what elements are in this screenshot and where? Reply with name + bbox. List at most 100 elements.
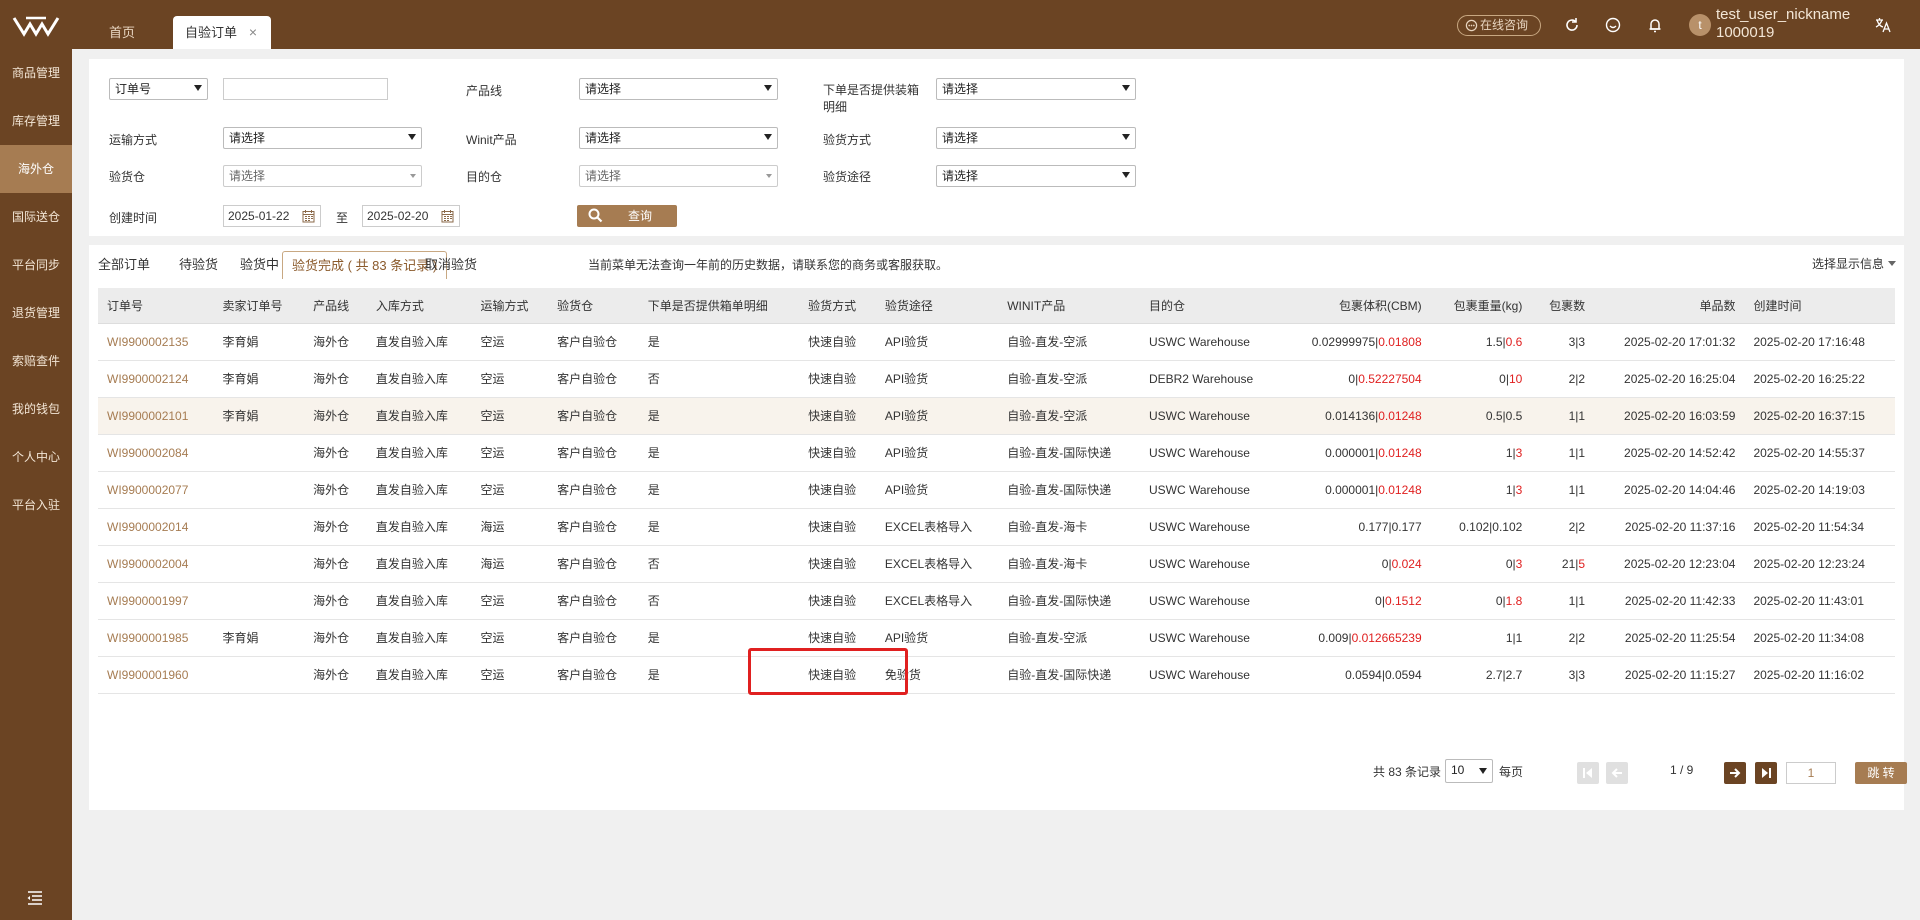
- col-weight[interactable]: 包裹重量(kg): [1430, 288, 1532, 324]
- table-row[interactable]: WI9900002077 海外仓 直发自验入库 空运 客户自验仓是快速自验 API验货 自验…: [98, 471, 1895, 509]
- cell-product-line: 海外仓: [304, 508, 367, 546]
- cell-order-no[interactable]: WI9900002077: [98, 471, 214, 509]
- cell-order-no[interactable]: WI9900002135: [98, 323, 214, 361]
- col-inspect-warehouse[interactable]: 验货仓: [548, 288, 639, 324]
- product-line-select[interactable]: 请选择: [579, 78, 778, 100]
- col-item-count[interactable]: 单品数: [1594, 288, 1745, 324]
- display-columns-select[interactable]: 选择显示信息: [1812, 255, 1896, 272]
- cell-inspect-method: 快速自验: [799, 434, 876, 472]
- order-type-select[interactable]: 订单号: [109, 78, 208, 100]
- cell-inbound-method: 直发自验入库: [366, 471, 472, 509]
- collapse-menu-icon[interactable]: [26, 890, 44, 906]
- table-row[interactable]: WI9900001997 海外仓 直发自验入库 空运 客户自验仓否快速自验 EXCEL表格…: [98, 582, 1895, 620]
- cell-order-no[interactable]: WI9900002084: [98, 434, 214, 472]
- table-row[interactable]: WI9900002101 李育娟 海外仓 直发自验入库 空运 客户自验仓是快速自验 API验…: [98, 397, 1895, 435]
- last-page-button[interactable]: [1755, 762, 1777, 784]
- tab-inspecting[interactable]: 验货中: [231, 251, 288, 279]
- col-winit-product[interactable]: WINIT产品: [998, 288, 1140, 324]
- col-package-count[interactable]: 包裹数: [1531, 288, 1595, 324]
- first-page-button[interactable]: [1577, 762, 1599, 784]
- logo-icon[interactable]: [12, 14, 60, 38]
- col-volume[interactable]: 包裹体积(CBM): [1282, 288, 1431, 324]
- sidebar-item-products[interactable]: 商品管理: [0, 49, 72, 97]
- col-transport[interactable]: 运输方式: [471, 288, 549, 324]
- sidebar-item-wallet[interactable]: 我的钱包: [0, 385, 72, 433]
- inspect-route-select[interactable]: 请选择: [936, 165, 1136, 187]
- cell-order-no[interactable]: WI9900001985: [98, 619, 214, 657]
- consult-label: 在线咨询: [1480, 18, 1529, 32]
- cell-order-no[interactable]: WI9900002014: [98, 508, 214, 546]
- table-row[interactable]: WI9900002004 海外仓 直发自验入库 海运 客户自验仓否快速自验 EXCEL表格…: [98, 545, 1895, 583]
- inspect-warehouse-select[interactable]: 请选择: [223, 165, 422, 187]
- cell-volume: 0.014136|0.01248: [1282, 397, 1431, 435]
- date-from-input[interactable]: 2025-01-22: [223, 205, 321, 227]
- col-created-time[interactable]: 创建时间: [1744, 288, 1895, 324]
- online-consult-button[interactable]: 在线咨询: [1457, 15, 1541, 36]
- refresh-icon[interactable]: [1563, 16, 1581, 34]
- cell-inspect-warehouse: 客户自验仓: [548, 397, 639, 435]
- table-row[interactable]: WI9900002084 海外仓 直发自验入库 空运 客户自验仓是快速自验 API验货 自验…: [98, 434, 1895, 472]
- cell-order-no[interactable]: WI9900002004: [98, 545, 214, 583]
- sidebar-item-profile[interactable]: 个人中心: [0, 433, 72, 481]
- col-inspect-method[interactable]: 验货方式: [799, 288, 876, 324]
- tab-home[interactable]: 首页: [97, 16, 147, 49]
- sidebar-item-intl-delivery[interactable]: 国际送仓: [0, 193, 72, 241]
- cell-order-no[interactable]: WI9900001960: [98, 656, 214, 694]
- prev-page-button[interactable]: [1606, 762, 1628, 784]
- cell-package-count-declared: 1: [1578, 482, 1586, 497]
- cell-created-time: 2025-02-20 11:34:08: [1744, 619, 1895, 657]
- tab-all-orders[interactable]: 全部订单: [89, 251, 159, 279]
- tab-self-inspection-orders[interactable]: 自验订单 ×: [173, 16, 271, 49]
- sidebar-item-platform-sync[interactable]: 平台同步: [0, 241, 72, 289]
- calendar-icon[interactable]: [441, 209, 454, 223]
- date-to-input[interactable]: 2025-02-20: [362, 205, 460, 227]
- table-row[interactable]: WI9900001960 海外仓 直发自验入库 空运 客户自验仓是快速自验 免验货 自验-直…: [98, 656, 1895, 694]
- sidebar-item-inventory[interactable]: 库存管理: [0, 97, 72, 145]
- order-number-input[interactable]: [223, 78, 388, 100]
- translate-icon[interactable]: [1874, 16, 1892, 34]
- cell-inspect-route: EXCEL表格导入: [875, 508, 999, 546]
- next-page-button[interactable]: [1724, 762, 1746, 784]
- cell-order-no[interactable]: WI9900002101: [98, 397, 214, 435]
- sidebar-item-returns[interactable]: 退货管理: [0, 289, 72, 337]
- sidebar-item-claims[interactable]: 索赔查件: [0, 337, 72, 385]
- cell-created-time: 2025-02-20 12:23:24: [1744, 545, 1895, 583]
- sidebar-item-platform-join[interactable]: 平台入驻: [0, 481, 72, 529]
- table-row[interactable]: WI9900002124 李育娟 海外仓 直发自验入库 空运 客户自验仓否快速自验 API验…: [98, 360, 1895, 398]
- col-packing-detail[interactable]: 下单是否提供箱单明细: [638, 288, 800, 324]
- cell-order-no[interactable]: WI9900002124: [98, 360, 214, 398]
- col-order-no[interactable]: 订单号: [98, 288, 214, 324]
- table-row[interactable]: WI9900002014 海外仓 直发自验入库 海运 客户自验仓是快速自验 EXCEL表格…: [98, 508, 1895, 546]
- cell-packing-detail: 是: [638, 323, 800, 361]
- packing-detail-select[interactable]: 请选择: [936, 78, 1136, 100]
- table-row[interactable]: WI9900001985 李育娟 海外仓 直发自验入库 空运 客户自验仓是快速自验 API验…: [98, 619, 1895, 657]
- cell-volume-declared: 0.01248: [1378, 408, 1422, 423]
- sidebar-item-overseas-warehouse[interactable]: 海外仓: [0, 145, 72, 193]
- cell-volume: 0|0.52227504: [1282, 360, 1431, 398]
- winit-product-select[interactable]: 请选择: [579, 127, 778, 149]
- transport-select[interactable]: 请选择: [223, 127, 422, 149]
- cell-seller-order-no: 李育娟: [213, 619, 305, 657]
- close-tab-icon[interactable]: ×: [249, 16, 257, 49]
- cell-order-no[interactable]: WI9900001997: [98, 582, 214, 620]
- dest-warehouse-select[interactable]: 请选择: [579, 165, 778, 187]
- table-row[interactable]: WI9900002135 李育娟 海外仓 直发自验入库 空运 客户自验仓是快速自验 API验…: [98, 323, 1895, 361]
- col-dest-warehouse[interactable]: 目的仓: [1139, 288, 1283, 324]
- jump-page-input[interactable]: 1: [1786, 762, 1836, 784]
- bell-icon[interactable]: [1646, 16, 1664, 34]
- calendar-icon[interactable]: [302, 209, 315, 223]
- tab-cancelled[interactable]: 取消验货: [416, 251, 486, 279]
- col-inspect-route[interactable]: 验货途径: [875, 288, 999, 324]
- tab-pending-inspection[interactable]: 待验货: [170, 251, 227, 279]
- smiley-icon[interactable]: [1604, 16, 1622, 34]
- col-product-line[interactable]: 产品线: [304, 288, 367, 324]
- col-seller-order-no[interactable]: 卖家订单号: [213, 288, 305, 324]
- page-size-select[interactable]: 10: [1445, 759, 1493, 783]
- user-info[interactable]: test_user_nickname 1000019: [1716, 6, 1850, 42]
- cell-weight-declared: 0.5: [1505, 408, 1523, 423]
- search-button[interactable]: 查询: [577, 205, 677, 227]
- avatar[interactable]: t: [1689, 14, 1711, 36]
- jump-button[interactable]: 跳 转: [1855, 762, 1907, 784]
- col-inbound-method[interactable]: 入库方式: [366, 288, 472, 324]
- inspect-method-select[interactable]: 请选择: [936, 127, 1136, 149]
